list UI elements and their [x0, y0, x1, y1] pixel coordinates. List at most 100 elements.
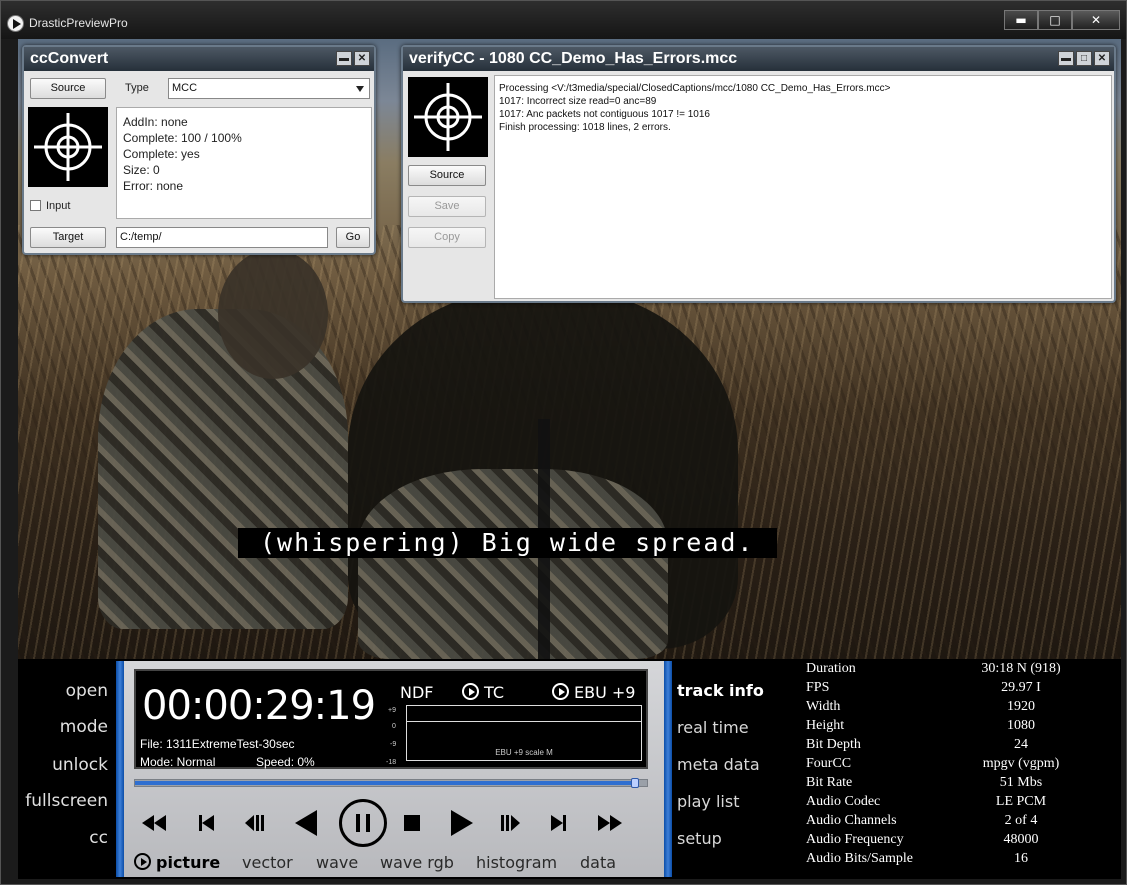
verifycc-maximize-button[interactable]: □	[1076, 51, 1092, 66]
nav-open[interactable]: open	[66, 681, 108, 701]
play-button[interactable]	[442, 799, 482, 847]
left-accent-bar	[116, 661, 124, 877]
track-info-row: FourCC mpgv (vgpm)	[806, 756, 1118, 775]
ccconvert-type-label: Type	[125, 82, 149, 94]
ccconvert-title-text: ccConvert	[30, 50, 109, 67]
meter-tick: -9	[390, 741, 397, 748]
ccconvert-input-checkbox[interactable]	[30, 200, 41, 211]
ccconvert-info-complete-pct: Complete: 100 / 100%	[123, 131, 242, 145]
ccconvert-window-controls: ▬ ✕	[336, 51, 370, 66]
nav-fullscreen[interactable]: fullscreen	[25, 791, 108, 811]
meter-zero-line	[407, 721, 641, 722]
transport-panel: 00:00:29:19 File: 1311ExtremeTest-30sec …	[124, 661, 664, 877]
ccconvert-target-button[interactable]: Target	[30, 227, 106, 248]
track-info-row: Audio Frequency 48000	[806, 832, 1118, 851]
ccconvert-info-box: AddIn: none Complete: 100 / 100% Complet…	[116, 107, 372, 219]
minimize-button[interactable]: ▬	[1004, 10, 1038, 30]
ccconvert-panel: ccConvert ▬ ✕ Source Type MCC AddIn: non…	[22, 45, 376, 255]
timecode-display: 00:00:29:19 File: 1311ExtremeTest-30sec …	[134, 669, 648, 769]
track-info-value: LE PCM	[995, 794, 1047, 809]
track-info-key: FPS	[806, 680, 830, 695]
tc-label: TC	[484, 683, 505, 702]
tab-picture[interactable]: picture	[134, 853, 220, 872]
verifycc-panel: verifyCC - 1080 CC_Demo_Has_Errors.mcc ▬…	[401, 45, 1116, 303]
fast-forward-button[interactable]	[588, 799, 632, 847]
track-info-value: 2 of 4	[1004, 813, 1038, 828]
track-info-key: Audio Frequency	[806, 832, 904, 847]
track-info-key: Height	[806, 718, 845, 733]
track-info-row: Audio Codec LE PCM	[806, 794, 1118, 813]
track-info-row: Duration 30:18 N (918)	[806, 661, 1118, 680]
pause-icon	[339, 799, 387, 847]
go-to-end-button[interactable]	[540, 799, 576, 847]
ccconvert-source-button[interactable]: Source	[30, 78, 106, 99]
view-tabs: picture vector wave wave rgb histogram d…	[124, 853, 664, 877]
ebu-toggle[interactable]: EBU +9	[552, 683, 635, 702]
track-info-row: Bit Rate 51 Mbs	[806, 775, 1118, 794]
verifycc-minimize-button[interactable]: ▬	[1058, 51, 1074, 66]
track-info-row: FPS 29.97 I	[806, 680, 1118, 699]
track-info-key: FourCC	[806, 756, 852, 771]
step-forward-icon	[500, 815, 520, 831]
verifycc-copy-button[interactable]: Copy	[408, 227, 486, 248]
left-nav: open mode unlock fullscreen cc	[18, 659, 116, 879]
go-to-start-button[interactable]	[188, 799, 224, 847]
meter-tick: 0	[392, 723, 396, 730]
tab-wave-rgb[interactable]: wave rgb	[380, 853, 454, 872]
app-logo-icon	[7, 15, 24, 32]
track-info-value: 24	[1014, 737, 1028, 752]
ccconvert-info-error: Error: none	[123, 179, 184, 193]
nav-meta-data[interactable]: meta data	[677, 755, 760, 774]
rewind-button[interactable]	[134, 799, 174, 847]
tab-wave[interactable]: wave	[316, 853, 358, 872]
seek-bar[interactable]	[134, 778, 648, 788]
verifycc-window-controls: ▬ □ ✕	[1058, 51, 1110, 66]
ccconvert-close-button[interactable]: ✕	[354, 51, 370, 66]
tc-toggle[interactable]: TC	[462, 683, 504, 702]
stop-button[interactable]	[394, 799, 430, 847]
tab-vector[interactable]: vector	[242, 853, 293, 872]
step-forward-button[interactable]	[492, 799, 528, 847]
log-line: Finish processing: 1018 lines, 2 errors.	[499, 122, 671, 133]
video-figure-camo-legs	[358, 469, 668, 659]
seek-thumb[interactable]	[631, 778, 639, 788]
nav-real-time[interactable]: real time	[677, 718, 749, 737]
ccconvert-target-path-input[interactable]: C:/temp/	[116, 227, 328, 248]
track-info-key: Audio Bits/Sample	[806, 851, 913, 866]
verifycc-source-button[interactable]: Source	[408, 165, 486, 186]
title-bar: DrasticPreviewPro ▬ □ ✕	[1, 1, 1126, 39]
play-reverse-button[interactable]	[286, 799, 326, 847]
track-info-value: 1920	[1007, 699, 1035, 714]
log-line: Processing <V:/t3media/special/ClosedCap…	[499, 83, 891, 94]
nav-track-info[interactable]: track info	[677, 681, 764, 700]
close-button[interactable]: ✕	[1072, 10, 1120, 30]
ccconvert-info-addin: AddIn: none	[123, 115, 188, 129]
log-line: 1017: Anc packets not contiguous 1017 !=…	[499, 109, 710, 120]
pause-button[interactable]	[336, 799, 390, 847]
timecode-mode: Mode: Normal	[140, 755, 216, 769]
track-info-key: Bit Rate	[806, 775, 853, 790]
nav-setup[interactable]: setup	[677, 829, 722, 848]
fast-forward-icon	[598, 815, 622, 831]
skip-to-end-icon	[550, 815, 566, 831]
tab-data[interactable]: data	[580, 853, 616, 872]
verifycc-close-button[interactable]: ✕	[1094, 51, 1110, 66]
arrow-right-circle-icon	[462, 683, 479, 700]
ccconvert-minimize-button[interactable]: ▬	[336, 51, 352, 66]
verifycc-log-output[interactable]: Processing <V:/t3media/special/ClosedCap…	[494, 75, 1112, 299]
ccconvert-type-select[interactable]: MCC	[168, 78, 370, 99]
meter-tick: +9	[388, 707, 396, 714]
nav-play-list[interactable]: play list	[677, 792, 739, 811]
nav-unlock[interactable]: unlock	[52, 755, 108, 775]
nav-cc[interactable]: cc	[89, 828, 108, 848]
step-back-button[interactable]	[236, 799, 272, 847]
ndf-label[interactable]: NDF	[400, 683, 434, 702]
verifycc-save-button[interactable]: Save	[408, 196, 486, 217]
track-info-value: 29.97 I	[1001, 680, 1041, 695]
right-accent-bar	[664, 661, 672, 877]
transport-controls	[124, 799, 664, 847]
nav-mode[interactable]: mode	[60, 717, 108, 737]
maximize-button[interactable]: □	[1038, 10, 1072, 30]
tab-histogram[interactable]: histogram	[476, 853, 557, 872]
ccconvert-go-button[interactable]: Go	[336, 227, 370, 248]
